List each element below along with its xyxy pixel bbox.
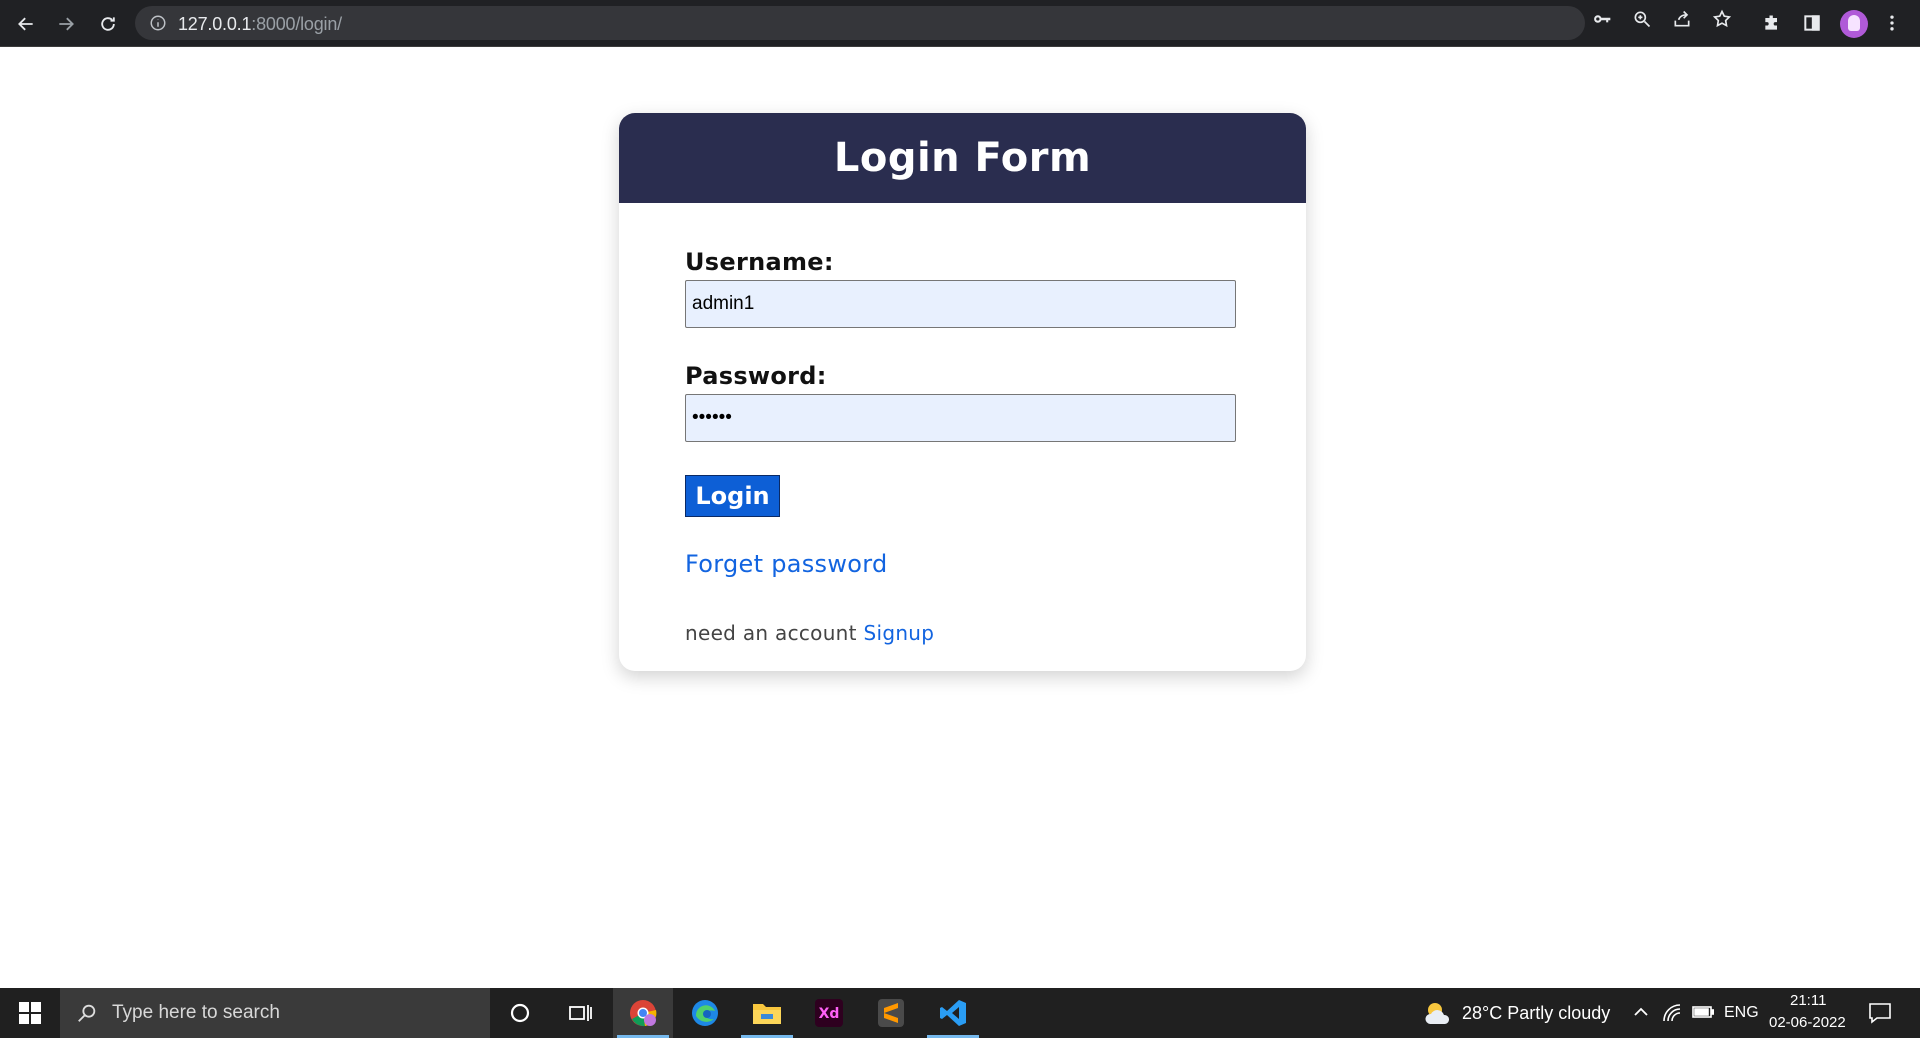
need-account-line: need an account Signup (685, 621, 934, 645)
file-explorer-icon[interactable] (737, 988, 797, 1038)
search-icon (78, 1004, 96, 1022)
clock-time[interactable]: 21:11 (1790, 992, 1826, 1009)
svg-text:Xd: Xd (819, 1006, 840, 1022)
sublime-text-icon[interactable] (861, 988, 921, 1038)
vscode-icon[interactable] (923, 988, 983, 1038)
browser-toolbar: 127.0.0.1:8000/login/ (0, 0, 1920, 47)
search-placeholder: Type here to search (112, 1002, 280, 1023)
partly-cloudy-icon (1423, 1000, 1453, 1026)
username-label: Username: (685, 248, 834, 276)
form-title: Login Form (833, 135, 1092, 181)
url-text: 127.0.0.1:8000/login/ (178, 14, 342, 34)
login-button[interactable]: Login (685, 475, 780, 517)
forget-password-link[interactable]: Forget password (685, 550, 888, 578)
clock-date[interactable]: 02-06-2022 (1769, 1014, 1846, 1031)
username-input[interactable] (685, 280, 1236, 328)
extensions-puzzle-icon[interactable] (1760, 11, 1784, 35)
taskbar-search[interactable]: Type here to search (60, 988, 490, 1038)
weather-text[interactable]: 28°C Partly cloudy (1462, 1003, 1610, 1024)
cortana-icon[interactable] (490, 988, 550, 1038)
adobe-xd-icon[interactable]: Xd (799, 988, 859, 1038)
edge-app-icon[interactable] (675, 988, 735, 1038)
signup-link[interactable]: Signup (863, 621, 934, 645)
notification-icon[interactable] (1868, 1002, 1892, 1024)
password-input[interactable] (685, 394, 1236, 442)
windows-taskbar: Type here to search Xd 28°C Partly cloud… (0, 988, 1920, 1038)
address-bar[interactable]: 127.0.0.1:8000/login/ (135, 6, 1585, 40)
bookmark-star-icon[interactable] (1710, 7, 1734, 31)
key-icon[interactable] (1590, 7, 1614, 31)
zoom-icon[interactable] (1630, 7, 1654, 31)
forward-arrow-icon[interactable] (50, 8, 82, 40)
wifi-icon[interactable] (1662, 1003, 1682, 1023)
profile-avatar[interactable] (1840, 10, 1868, 38)
share-icon[interactable] (1670, 7, 1694, 31)
side-panel-icon[interactable] (1800, 11, 1824, 35)
battery-icon[interactable] (1692, 1004, 1715, 1022)
chevron-up-icon[interactable] (1632, 1003, 1652, 1023)
chrome-app-icon[interactable] (613, 988, 673, 1038)
task-view-icon[interactable] (550, 988, 610, 1038)
windows-start-icon[interactable] (0, 988, 60, 1038)
menu-kebab-icon[interactable] (1880, 11, 1904, 35)
login-card: Login Form Username: Password: Login For… (619, 113, 1306, 671)
password-label: Password: (685, 362, 827, 390)
need-account-text: need an account (685, 621, 857, 645)
card-header: Login Form (619, 113, 1306, 203)
info-icon[interactable] (149, 14, 167, 32)
back-arrow-icon[interactable] (10, 8, 42, 40)
reload-icon[interactable] (92, 8, 124, 40)
language-indicator[interactable]: ENG (1724, 1004, 1759, 1022)
